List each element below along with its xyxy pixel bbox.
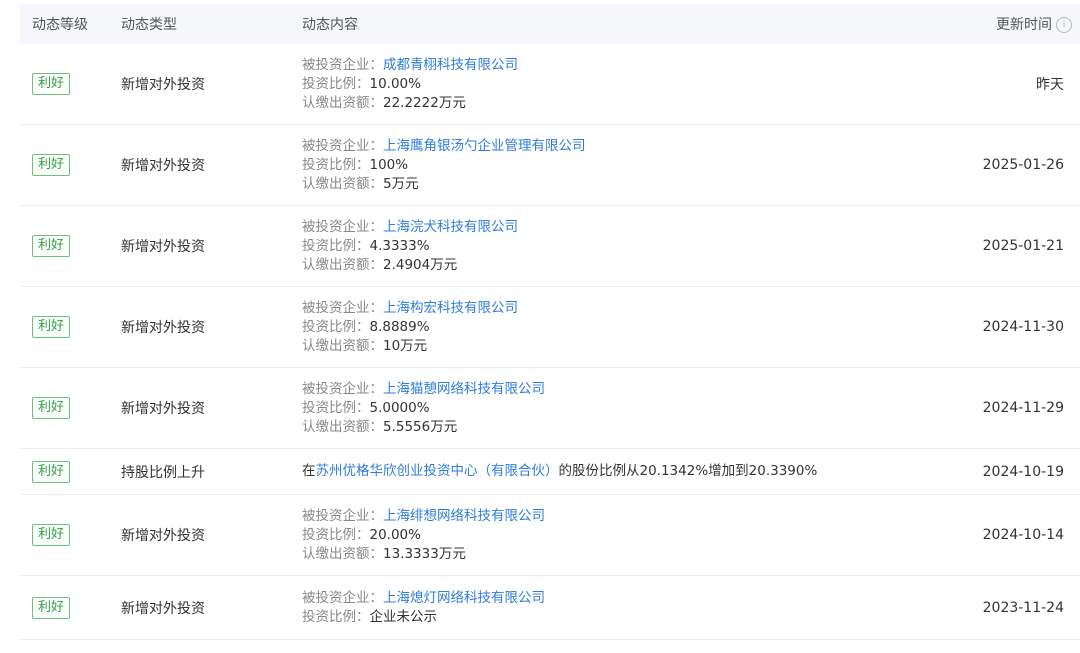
table-row: 利好 新增对外投资 被投资企业：上海熄灯网络科技有限公司 投资比例：企业未公示 … [20, 576, 1080, 640]
status-badge: 利好 [32, 154, 71, 176]
table-row: 利好 新增对外投资 被投资企业：上海构宏科技有限公司 投资比例：8.8889% … [20, 287, 1080, 368]
dynamic-content: 被投资企业：上海熄灯网络科技有限公司 投资比例：企业未公示 [289, 589, 960, 627]
ratio-value: 5.0000% [369, 399, 430, 416]
update-date: 昨天 [1036, 77, 1064, 93]
header-time: 更新时间 [996, 17, 1052, 33]
update-date: 2024-11-29 [982, 400, 1064, 416]
info-icon[interactable]: i [1056, 17, 1072, 33]
header-level: 动态等级 [32, 17, 88, 33]
content-prefix: 在 [302, 463, 316, 479]
company-link[interactable]: 苏州优格华欣创业投资中心（有限合伙） [316, 463, 559, 479]
amount-label: 认缴出资额： [302, 175, 383, 192]
amount-label: 认缴出资额： [302, 337, 383, 354]
amount-value: 10万元 [383, 337, 428, 354]
dynamic-type: 新增对外投资 [121, 77, 205, 93]
company-link[interactable]: 上海熄灯网络科技有限公司 [383, 590, 545, 606]
amount-value: 13.3333万元 [383, 545, 466, 562]
table-row: 利好 持股比例上升 在苏州优格华欣创业投资中心（有限合伙）的股份比例从20.13… [20, 449, 1080, 495]
ratio-value: 8.8889% [369, 318, 430, 335]
ratio-value: 企业未公示 [369, 608, 438, 625]
amount-value: 2.4904万元 [383, 256, 458, 273]
dynamic-type: 新增对外投资 [121, 600, 205, 617]
dynamic-content: 在苏州优格华欣创业投资中心（有限合伙）的股份比例从20.1342%增加到20.3… [289, 462, 960, 481]
update-date: 2024-11-30 [982, 319, 1064, 335]
dynamic-type: 新增对外投资 [121, 158, 205, 174]
status-badge: 利好 [32, 397, 71, 419]
company-label: 被投资企业： [302, 507, 383, 524]
update-date: 2025-01-21 [982, 238, 1064, 254]
ratio-value: 4.3333% [369, 237, 430, 254]
content-suffix: 的股份比例从20.1342%增加到20.3390% [558, 463, 818, 479]
header-content: 动态内容 [302, 17, 358, 33]
amount-label: 认缴出资额： [302, 418, 383, 435]
table-row: 利好 新增对外投资 被投资企业：上海浣犬科技有限公司 投资比例：4.3333% … [20, 206, 1080, 287]
ratio-value: 20.00% [369, 526, 421, 543]
amount-value: 5.5556万元 [383, 418, 458, 435]
update-date: 2025-01-26 [982, 157, 1064, 173]
table-row: 利好 新增对外投资 被投资企业：成都青栩科技有限公司 投资比例：10.00% 认… [20, 44, 1080, 125]
company-label: 被投资企业： [302, 218, 383, 235]
company-link[interactable]: 上海绯想网络科技有限公司 [383, 508, 545, 524]
amount-label: 认缴出资额： [302, 94, 383, 111]
ratio-value: 10.00% [369, 75, 421, 92]
company-link[interactable]: 上海鹰角银汤勺企业管理有限公司 [383, 138, 586, 154]
update-date: 2024-10-19 [982, 463, 1064, 480]
dynamic-content: 被投资企业：上海绯想网络科技有限公司 投资比例：20.00% 认缴出资额：13.… [289, 507, 960, 564]
status-badge: 利好 [32, 524, 71, 546]
company-link[interactable]: 上海猫憩网络科技有限公司 [383, 381, 545, 397]
amount-value: 22.2222万元 [383, 94, 466, 111]
company-label: 被投资企业： [302, 380, 383, 397]
status-badge: 利好 [32, 235, 71, 257]
amount-label: 认缴出资额： [302, 256, 383, 273]
ratio-label: 投资比例： [302, 318, 370, 335]
dynamic-content: 被投资企业：上海构宏科技有限公司 投资比例：8.8889% 认缴出资额：10万元 [289, 299, 960, 356]
company-label: 被投资企业： [302, 137, 383, 154]
company-label: 被投资企业： [302, 56, 383, 73]
dynamic-type: 新增对外投资 [121, 528, 205, 544]
status-badge: 利好 [32, 596, 71, 619]
header-type: 动态类型 [121, 17, 177, 33]
dynamic-content: 被投资企业：上海猫憩网络科技有限公司 投资比例：5.0000% 认缴出资额：5.… [289, 380, 960, 437]
table-row: 利好 新增对外投资 被投资企业：上海鹰角银汤勺企业管理有限公司 投资比例：100… [20, 125, 1080, 206]
company-label: 被投资企业： [302, 299, 383, 316]
company-link[interactable]: 上海构宏科技有限公司 [383, 300, 518, 316]
update-date: 2024-10-14 [982, 527, 1064, 543]
dynamic-content: 被投资企业：上海鹰角银汤勺企业管理有限公司 投资比例：100% 认缴出资额：5万… [289, 137, 960, 194]
dynamic-type: 持股比例上升 [121, 464, 205, 481]
ratio-label: 投资比例： [302, 75, 370, 92]
dynamic-content: 被投资企业：上海浣犬科技有限公司 投资比例：4.3333% 认缴出资额：2.49… [289, 218, 960, 275]
ratio-label: 投资比例： [302, 156, 370, 173]
ratio-label: 投资比例： [302, 237, 370, 254]
status-badge: 利好 [32, 73, 71, 95]
dynamics-table: 动态等级 动态类型 动态内容 更新时间 i 利好 新增对外投资 被投资企业：成都青… [20, 4, 1080, 640]
status-badge: 利好 [32, 316, 71, 338]
amount-value: 5万元 [383, 175, 419, 192]
company-label: 被投资企业： [302, 589, 383, 606]
ratio-label: 投资比例： [302, 608, 370, 625]
table-header: 动态等级 动态类型 动态内容 更新时间 i [20, 4, 1080, 44]
company-link[interactable]: 上海浣犬科技有限公司 [383, 219, 518, 235]
update-date: 2023-11-24 [982, 599, 1064, 616]
ratio-value: 100% [369, 156, 409, 173]
company-link[interactable]: 成都青栩科技有限公司 [383, 57, 518, 73]
ratio-label: 投资比例： [302, 399, 370, 416]
table-row: 利好 新增对外投资 被投资企业：上海猫憩网络科技有限公司 投资比例：5.0000… [20, 368, 1080, 449]
header-time-cell: 更新时间 i [960, 14, 1080, 34]
dynamic-content: 被投资企业：成都青栩科技有限公司 投资比例：10.00% 认缴出资额：22.22… [289, 56, 960, 113]
table-row: 利好 新增对外投资 被投资企业：上海绯想网络科技有限公司 投资比例：20.00%… [20, 495, 1080, 576]
amount-label: 认缴出资额： [302, 545, 383, 562]
dynamic-type: 新增对外投资 [121, 401, 205, 417]
ratio-label: 投资比例： [302, 526, 370, 543]
status-badge: 利好 [32, 460, 71, 483]
dynamic-type: 新增对外投资 [121, 239, 205, 255]
dynamic-type: 新增对外投资 [121, 320, 205, 336]
